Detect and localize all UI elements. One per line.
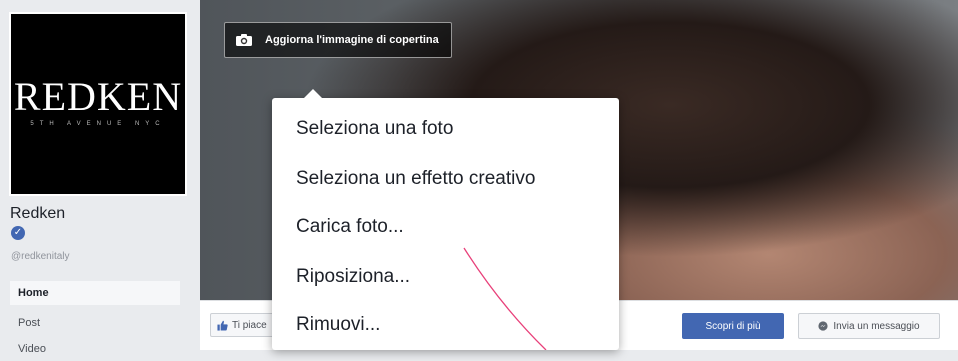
menu-item-creative-effect[interactable]: Seleziona un effetto creativo bbox=[296, 168, 535, 190]
verified-badge-icon: ✓ bbox=[11, 226, 25, 240]
menu-item-select-photo[interactable]: Seleziona una foto bbox=[296, 118, 453, 140]
nav-item-video[interactable]: Video bbox=[10, 337, 180, 361]
page-name[interactable]: Redken bbox=[10, 205, 65, 223]
camera-icon bbox=[236, 34, 252, 46]
menu-item-remove[interactable]: Rimuovi... bbox=[296, 314, 380, 336]
update-cover-label: Aggiorna l'immagine di copertina bbox=[265, 34, 439, 46]
like-button[interactable]: Ti piace bbox=[210, 313, 280, 337]
nav-item-home[interactable]: Home bbox=[10, 281, 180, 305]
update-cover-button[interactable]: Aggiorna l'immagine di copertina bbox=[224, 22, 452, 58]
brand-logo: REDKEN bbox=[13, 74, 183, 119]
learn-more-button[interactable]: Scopri di più bbox=[682, 313, 784, 339]
thumbs-up-icon bbox=[217, 320, 228, 331]
nav-item-post[interactable]: Post bbox=[10, 311, 180, 335]
brand-logo-tagline: 5TH AVENUE NYC bbox=[30, 121, 166, 127]
page-handle[interactable]: @redkenitaly bbox=[11, 251, 70, 262]
left-column: REDKEN 5TH AVENUE NYC Redken ✓ @redkenit… bbox=[0, 0, 200, 355]
menu-item-upload-photo[interactable]: Carica foto... bbox=[296, 216, 404, 238]
profile-picture[interactable]: REDKEN 5TH AVENUE NYC bbox=[9, 12, 187, 196]
like-label: Ti piace bbox=[232, 319, 267, 331]
send-message-label: Invia un messaggio bbox=[833, 320, 920, 332]
messenger-icon bbox=[818, 321, 829, 331]
send-message-button[interactable]: Invia un messaggio bbox=[798, 313, 940, 339]
menu-item-reposition[interactable]: Riposiziona... bbox=[296, 266, 410, 288]
cover-options-menu: Seleziona una foto Seleziona un effetto … bbox=[272, 89, 619, 350]
menu-caret bbox=[304, 89, 322, 98]
